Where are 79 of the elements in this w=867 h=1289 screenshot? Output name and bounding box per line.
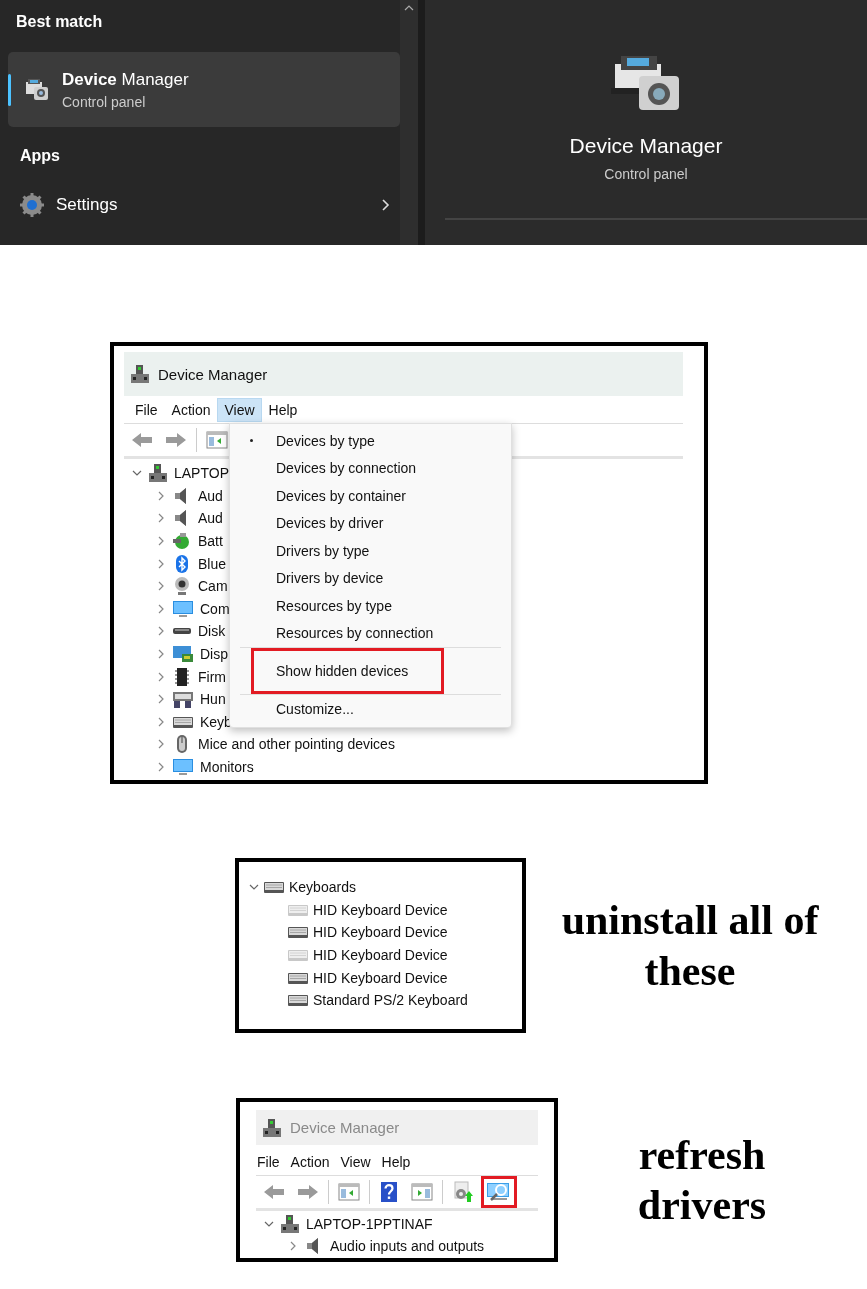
device-manager-icon — [262, 1117, 282, 1138]
chip-icon — [172, 666, 192, 687]
menu-item[interactable]: Resources by type — [251, 592, 444, 620]
menu-item[interactable]: Help — [261, 397, 305, 422]
drive-icon — [172, 627, 192, 636]
app-label[interactable]: Settings — [56, 195, 368, 215]
tree-item[interactable]: Firm — [198, 668, 226, 685]
printer-camera-icon — [24, 77, 50, 102]
help-icon[interactable] — [379, 1181, 399, 1203]
window-pane-icon[interactable] — [411, 1182, 433, 1202]
tree-item[interactable]: Monitors — [200, 759, 254, 775]
tree-item[interactable]: Standard PS/2 Keyboard — [313, 992, 468, 1009]
forward-arrow-icon[interactable] — [165, 430, 187, 450]
tree-item[interactable]: Keyboards — [289, 879, 356, 896]
tree-item[interactable]: Aud — [198, 510, 223, 527]
tree-item[interactable]: HID Keyboard Device — [313, 947, 448, 964]
chevron-icon[interactable] — [264, 1219, 274, 1229]
tree-item[interactable]: HID Keyboard Device — [313, 924, 448, 941]
preview-subtitle: Control panel — [604, 166, 688, 182]
window-pane-icon[interactable] — [206, 430, 228, 450]
tree-item[interactable]: Cam — [198, 578, 228, 595]
webcam-icon — [172, 576, 192, 597]
keyboard-figure-icon — [172, 689, 194, 710]
menu-item[interactable]: Devices by driver — [251, 509, 444, 537]
computer-icon — [280, 1214, 300, 1234]
search-result[interactable]: Device Manager Control panel — [8, 52, 400, 127]
menu-item[interactable]: Drivers by device — [251, 564, 444, 592]
menu-item[interactable]: File — [128, 397, 165, 422]
tree-item[interactable]: Batt — [198, 533, 223, 550]
menu-item[interactable]: Devices by connection — [251, 454, 444, 482]
menu-item[interactable]: View — [339, 1149, 381, 1171]
menu-item[interactable]: Resources by connection — [251, 619, 444, 647]
tree-item[interactable]: Com — [200, 600, 230, 617]
section-heading: Best match — [16, 13, 103, 31]
tree-item[interactable]: Disk — [198, 623, 226, 640]
gear-icon — [20, 193, 44, 217]
tree-item[interactable]: LAPTOP — [174, 465, 229, 482]
monitor-icon — [172, 598, 194, 619]
section-heading: Apps — [20, 147, 60, 165]
window-title: Device Manager — [158, 365, 268, 383]
display-adapter-icon — [172, 644, 194, 665]
menu-item[interactable]: Devices by type — [251, 427, 444, 455]
result-subtitle: Control panel — [62, 93, 147, 110]
gear-upload-icon[interactable] — [452, 1181, 474, 1203]
tree-item[interactable]: Aud — [198, 487, 223, 504]
tree-item[interactable]: Audio inputs and outputs — [330, 1238, 485, 1254]
tree-item[interactable]: HID Keyboard Device — [313, 901, 448, 918]
window-pane-icon[interactable] — [338, 1182, 360, 1202]
menu-item[interactable]: Drivers by type — [251, 537, 444, 565]
device-manager-icon — [130, 364, 150, 384]
menu-item[interactable]: File — [256, 1149, 290, 1171]
chevron-icon[interactable] — [380, 199, 390, 211]
caret-up-icon[interactable] — [404, 4, 414, 12]
tree-item[interactable]: HID Keyboard Device — [313, 969, 448, 986]
monitor-icon — [172, 757, 194, 777]
menu-item[interactable]: Show hidden devices — [251, 648, 444, 694]
menu-item[interactable]: Help — [380, 1149, 421, 1171]
menu-item[interactable]: Action — [289, 1149, 340, 1171]
menu-item[interactable]: Action — [164, 397, 218, 422]
tree-item[interactable]: Mice and other pointing devices — [198, 736, 395, 753]
back-arrow-icon[interactable] — [263, 1182, 285, 1202]
battery-icon — [172, 531, 192, 552]
menu-item[interactable]: Devices by container — [251, 482, 444, 510]
forward-arrow-icon[interactable] — [297, 1182, 319, 1202]
scrollbar[interactable] — [400, 0, 418, 245]
tree-item[interactable]: Blue — [198, 555, 227, 572]
back-arrow-icon[interactable] — [131, 430, 153, 450]
window-title: Device Manager — [290, 1119, 400, 1136]
annotation: refresh drivers — [636, 1130, 768, 1230]
selection-indicator — [8, 74, 11, 106]
menu-item[interactable]: Customize... — [251, 695, 444, 723]
preview-title: Device Manager — [569, 134, 723, 158]
menu-item[interactable]: View — [217, 397, 262, 422]
computer-icon — [148, 463, 168, 484]
tree-item[interactable]: Disp — [200, 646, 228, 663]
tree-item[interactable]: LAPTOP-1PPTINAF — [306, 1216, 433, 1232]
tree-item[interactable]: Hun — [200, 691, 226, 708]
annotation: uninstall all of these — [560, 896, 820, 996]
result-title: Device Manager — [62, 69, 189, 90]
